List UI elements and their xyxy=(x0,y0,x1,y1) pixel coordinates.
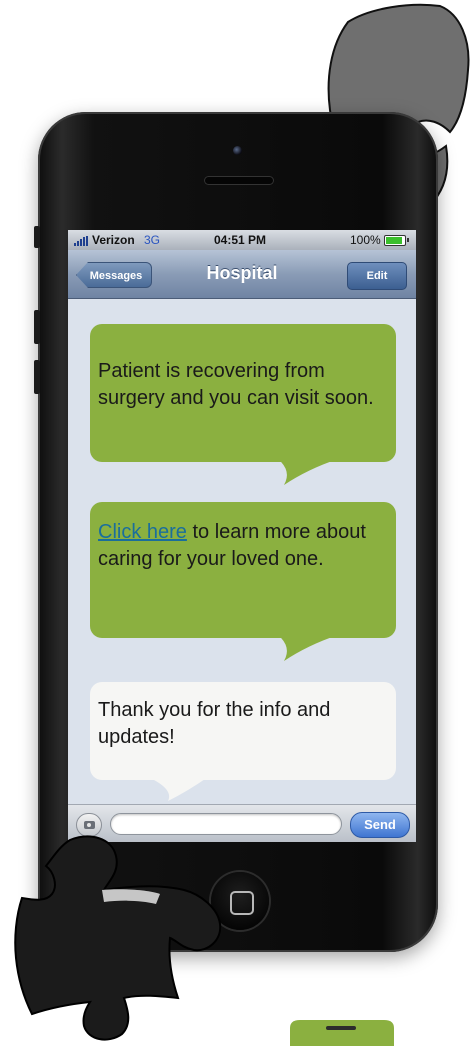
bubble-tail xyxy=(148,777,208,801)
conversation-title: Hospital xyxy=(206,263,278,283)
stage: Verizon 3G 04:51 PM 100% Messages Hospit… xyxy=(0,0,471,1046)
battery-percent: 100% xyxy=(350,233,381,247)
message-thread[interactable]: Patient is recovering from surgery and y… xyxy=(68,299,416,804)
volume-up-button xyxy=(34,310,40,344)
click-here-link[interactable]: Click here xyxy=(98,521,187,543)
message-bubble-outgoing: Thank you for the info and updates! xyxy=(90,682,396,780)
bubble-tail xyxy=(278,459,338,485)
status-time: 04:51 PM xyxy=(214,233,267,247)
bubble-tail xyxy=(278,635,338,661)
signal-strength-icon xyxy=(74,236,90,246)
home-square-icon xyxy=(230,891,254,915)
message-text: Thank you for the info and updates! xyxy=(98,699,331,748)
battery-icon xyxy=(384,235,409,246)
phone-screen: Verizon 3G 04:51 PM 100% Messages Hospit… xyxy=(68,230,416,842)
status-bar: Verizon 3G 04:51 PM 100% xyxy=(68,230,416,250)
edit-button[interactable]: Edit xyxy=(347,262,407,290)
message-bubble-incoming: Patient is recovering from surgery and y… xyxy=(90,324,396,462)
send-button[interactable]: Send xyxy=(350,812,410,838)
message-text: Patient is recovering from surgery and y… xyxy=(98,360,374,409)
puzzle-piece-bottom-left-icon xyxy=(14,835,222,1041)
volume-down-button xyxy=(34,360,40,394)
message-bubble-incoming: Click here to learn more about caring fo… xyxy=(90,502,396,638)
earpiece-speaker xyxy=(204,176,274,185)
puzzle-piece-bottom-green-icon xyxy=(290,1020,394,1046)
navigation-bar: Messages Hospital Edit xyxy=(68,250,416,299)
carrier-name: Verizon xyxy=(92,233,135,247)
network-type: 3G xyxy=(144,233,161,247)
messages-back-button[interactable]: Messages xyxy=(76,262,152,288)
ringer-switch xyxy=(34,226,40,248)
front-camera-icon xyxy=(233,146,242,155)
